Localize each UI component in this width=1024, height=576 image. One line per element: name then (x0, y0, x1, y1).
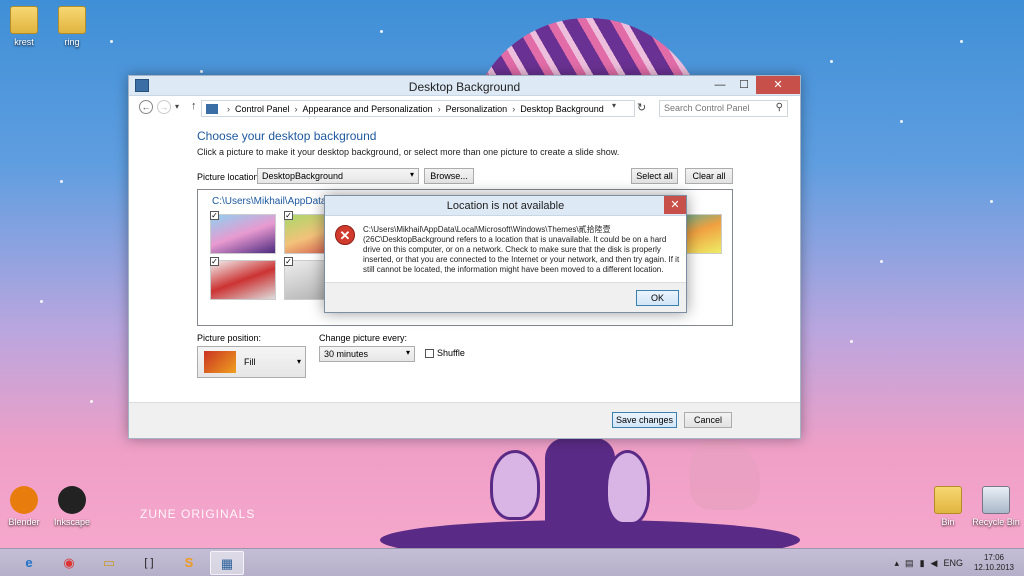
position-preview-image (204, 351, 236, 373)
dialog-footer: OK (325, 282, 686, 312)
up-button[interactable]: ↑ (191, 100, 197, 112)
ok-button[interactable]: OK (636, 290, 679, 306)
select-all-button[interactable]: Select all (631, 168, 678, 184)
chevron-right-icon: › (437, 103, 441, 114)
control-panel-taskbar-icon[interactable]: ▦ (210, 551, 244, 575)
wallpaper-drum-character (605, 450, 650, 525)
volume-icon[interactable]: ◀ (931, 558, 938, 569)
search-icon[interactable]: ⚲ (776, 102, 783, 113)
wallpaper-deer (690, 440, 760, 510)
dialog-title: Location is not available (446, 200, 565, 212)
picture-location-select[interactable]: DesktopBackground ▾ (257, 168, 419, 184)
desktop-icon-inkscape[interactable]: Inkscape (42, 486, 102, 527)
dialog-titlebar[interactable]: Location is not available ✕ (325, 196, 686, 216)
thumbnail-checkbox[interactable]: ✓ (284, 211, 293, 220)
star (960, 40, 963, 43)
wallpaper-thumbnail[interactable] (210, 260, 276, 300)
folder-path-header[interactable]: C:\Users\Mikhail\AppData\ (212, 196, 329, 207)
page-title: Choose your desktop background (197, 129, 377, 143)
control-panel-icon (206, 103, 218, 114)
chevron-down-icon: ▾ (409, 170, 414, 179)
cancel-button[interactable]: Cancel (684, 412, 732, 428)
file-explorer-icon[interactable]: ▭ (92, 551, 126, 575)
star (900, 120, 903, 123)
folder-icon (934, 486, 962, 514)
breadcrumb[interactable]: › Control Panel › Appearance and Persona… (201, 100, 635, 117)
minimize-button[interactable]: — (708, 76, 732, 94)
wallpaper-thumbnail[interactable] (210, 214, 276, 254)
system-tray: ▴ ▤ ▮ ◀ ENG 17:06 12.10.2013 (892, 549, 1024, 576)
change-picture-label: Change picture every: (319, 333, 408, 343)
zune-originals-logo: ZUNE ORIGINALS (140, 507, 256, 521)
window-footer: Save changes Cancel (129, 402, 800, 438)
recent-locations-dropdown[interactable]: ▾ (175, 102, 179, 111)
power-icon[interactable]: ▮ (920, 558, 925, 569)
window-titlebar[interactable]: Desktop Background — ☐ ✕ (129, 76, 800, 96)
show-hidden-icons-icon[interactable]: ▴ (895, 558, 900, 569)
star (850, 340, 853, 343)
star (380, 30, 383, 33)
thumbnail-checkbox[interactable]: ✓ (210, 257, 219, 266)
sublime-text-icon[interactable]: S (172, 551, 206, 575)
folder-icon (10, 6, 38, 34)
thumbnail-checkbox[interactable]: ✓ (284, 257, 293, 266)
wallpaper-guitar-character (490, 450, 540, 520)
star (40, 300, 43, 303)
chevron-down-icon: ▾ (405, 348, 410, 357)
breadcrumb-personalization[interactable]: Personalization (446, 104, 508, 114)
shuffle-checkbox[interactable]: Shuffle (425, 348, 465, 358)
recycle-bin-icon (982, 486, 1010, 514)
address-bar: ← → ▾ ↑ › Control Panel › Appearance and… (129, 96, 800, 120)
picture-location-label: Picture location: (197, 172, 262, 182)
save-changes-button[interactable]: Save changes (612, 412, 677, 428)
dialog-message: C:\Users\Mikhail\AppData\Local\Microsoft… (363, 225, 680, 274)
page-subtitle: Click a picture to make it your desktop … (197, 147, 620, 157)
back-button[interactable]: ← (139, 100, 153, 114)
search-input[interactable]: Search Control Panel ⚲ (659, 100, 788, 117)
internet-explorer-icon[interactable]: e (12, 551, 46, 575)
chevron-down-icon: ▾ (296, 357, 301, 366)
clock[interactable]: 17:06 12.10.2013 (974, 553, 1014, 573)
forward-button[interactable]: → (157, 100, 171, 114)
network-icon[interactable]: ▤ (905, 558, 914, 569)
desktop-icon-recycle-bin[interactable]: Recycle Bin (966, 486, 1024, 527)
desktop-icon-ring[interactable]: ring (42, 6, 102, 47)
star (880, 260, 883, 263)
change-interval-select[interactable]: 30 minutes ▾ (319, 346, 415, 362)
location-error-dialog: Location is not available ✕ ✕ C:\Users\M… (324, 195, 687, 313)
shuffle-checkbox-box[interactable] (425, 348, 434, 358)
blender-icon (10, 486, 38, 514)
chevron-right-icon: › (294, 103, 298, 114)
error-icon: ✕ (335, 225, 355, 245)
breadcrumb-desktop-background[interactable]: Desktop Background (520, 104, 604, 114)
chevron-right-icon: › (512, 103, 516, 114)
chrome-icon[interactable]: ◉ (52, 551, 86, 575)
browse-button[interactable]: Browse... (424, 168, 474, 184)
dialog-close-button[interactable]: ✕ (664, 196, 686, 214)
close-button[interactable]: ✕ (756, 76, 800, 94)
chevron-right-icon: › (227, 103, 230, 114)
picture-position-label: Picture position: (197, 333, 262, 343)
breadcrumb-appearance[interactable]: Appearance and Personalization (303, 104, 433, 114)
taskbar: e ◉ ▭ [ ] S ▦ ▴ ▤ ▮ ◀ ENG 17:06 12.10.20… (0, 548, 1024, 576)
brackets-icon[interactable]: [ ] (132, 551, 166, 575)
star (830, 60, 833, 63)
inkscape-icon (58, 486, 86, 514)
star (90, 400, 93, 403)
star (990, 200, 993, 203)
refresh-button[interactable]: ↻ (637, 101, 646, 114)
language-indicator[interactable]: ENG (943, 558, 963, 568)
window-title: Desktop Background (408, 80, 521, 94)
star (60, 180, 63, 183)
chevron-down-icon[interactable]: ▾ (612, 101, 616, 110)
star (110, 40, 113, 43)
thumbnail-checkbox[interactable]: ✓ (210, 211, 219, 220)
folder-icon (58, 6, 86, 34)
breadcrumb-control-panel[interactable]: Control Panel (235, 104, 290, 114)
maximize-button[interactable]: ☐ (732, 76, 756, 94)
star (200, 70, 203, 73)
clear-all-button[interactable]: Clear all (685, 168, 733, 184)
picture-position-select[interactable]: Fill ▾ (197, 346, 306, 378)
